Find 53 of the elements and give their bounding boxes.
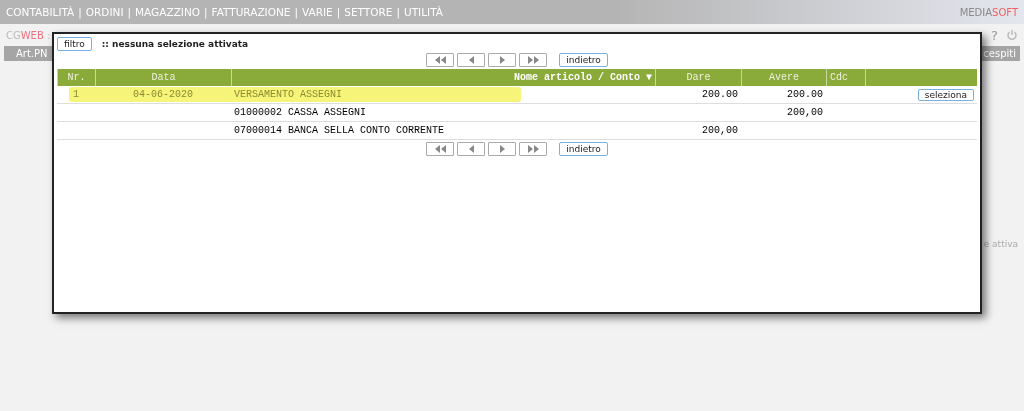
menu-item[interactable]: FATTURAZIONE xyxy=(211,6,291,18)
double-right-arrow-icon xyxy=(527,56,539,64)
menu-separator: | xyxy=(78,6,82,18)
column-header[interactable]: Data xyxy=(95,69,231,86)
column-header[interactable]: Nr. xyxy=(57,69,95,86)
first-page-button[interactable] xyxy=(426,53,455,67)
double-right-arrow-icon xyxy=(527,145,539,153)
double-left-arrow-icon xyxy=(434,145,446,153)
first-page-button[interactable] xyxy=(426,142,455,156)
table-cell: VERSAMENTO ASSEGNI xyxy=(234,89,343,100)
column-header[interactable]: Cdc xyxy=(826,69,865,86)
menu-item[interactable]: CONTABILITÀ xyxy=(6,6,75,18)
prev-page-button[interactable] xyxy=(457,53,486,67)
help-icon[interactable]: ? xyxy=(991,27,998,43)
table-cell: 200.00 xyxy=(702,89,738,100)
right-arrow-icon xyxy=(499,145,505,153)
back-button[interactable]: indietro xyxy=(559,53,608,67)
last-page-button[interactable] xyxy=(519,53,548,67)
menu-separator: | xyxy=(127,6,132,18)
column-header[interactable]: Nome articolo / Conto ▼ xyxy=(231,69,655,86)
column-header[interactable]: Avere xyxy=(741,69,826,86)
right-arrow-icon xyxy=(499,56,505,64)
app-label: CGWEB : xyxy=(6,29,51,41)
next-page-button[interactable] xyxy=(488,142,517,156)
table-cell: 07000014 BANCA SELLA CONTO CORRENTE xyxy=(234,125,445,136)
left-arrow-icon xyxy=(468,56,474,64)
menu-separator: | xyxy=(336,6,341,18)
table-cell: 04-06-2020 xyxy=(133,89,193,100)
table-cell: 1 xyxy=(73,89,79,100)
menu-item[interactable]: UTILITÀ xyxy=(404,6,443,18)
filter-button[interactable]: filtro xyxy=(57,37,92,51)
menu-item[interactable]: MAGAZZINO xyxy=(135,6,201,18)
tab[interactable]: cespiti xyxy=(979,46,1020,61)
prev-page-button[interactable] xyxy=(457,142,486,156)
table-cell: 01000002 CASSA ASSEGNI xyxy=(234,107,367,118)
menu-item[interactable]: ORDINI xyxy=(85,6,124,18)
select-button[interactable]: seleziona xyxy=(917,88,974,101)
left-arrow-icon xyxy=(468,145,474,153)
last-page-button[interactable] xyxy=(519,142,548,156)
menu-separator: | xyxy=(294,6,298,18)
menu-item[interactable]: VARIE xyxy=(302,6,333,18)
double-left-arrow-icon xyxy=(434,56,446,64)
menu-separator: | xyxy=(396,6,400,18)
menu-item[interactable]: SETTORE xyxy=(344,6,393,18)
next-page-button[interactable] xyxy=(488,53,517,67)
column-header[interactable]: Dare xyxy=(655,69,741,86)
brand-logo: MEDIASOFT xyxy=(959,6,1018,18)
table-cell: 200,00 xyxy=(702,125,738,136)
table-cell: 200.00 xyxy=(787,89,823,100)
back-button[interactable]: indietro xyxy=(559,142,608,156)
table-cell: 200,00 xyxy=(787,107,823,118)
filter-status: :: nessuna selezione attivata xyxy=(101,39,249,49)
menu-separator: | xyxy=(204,6,208,18)
